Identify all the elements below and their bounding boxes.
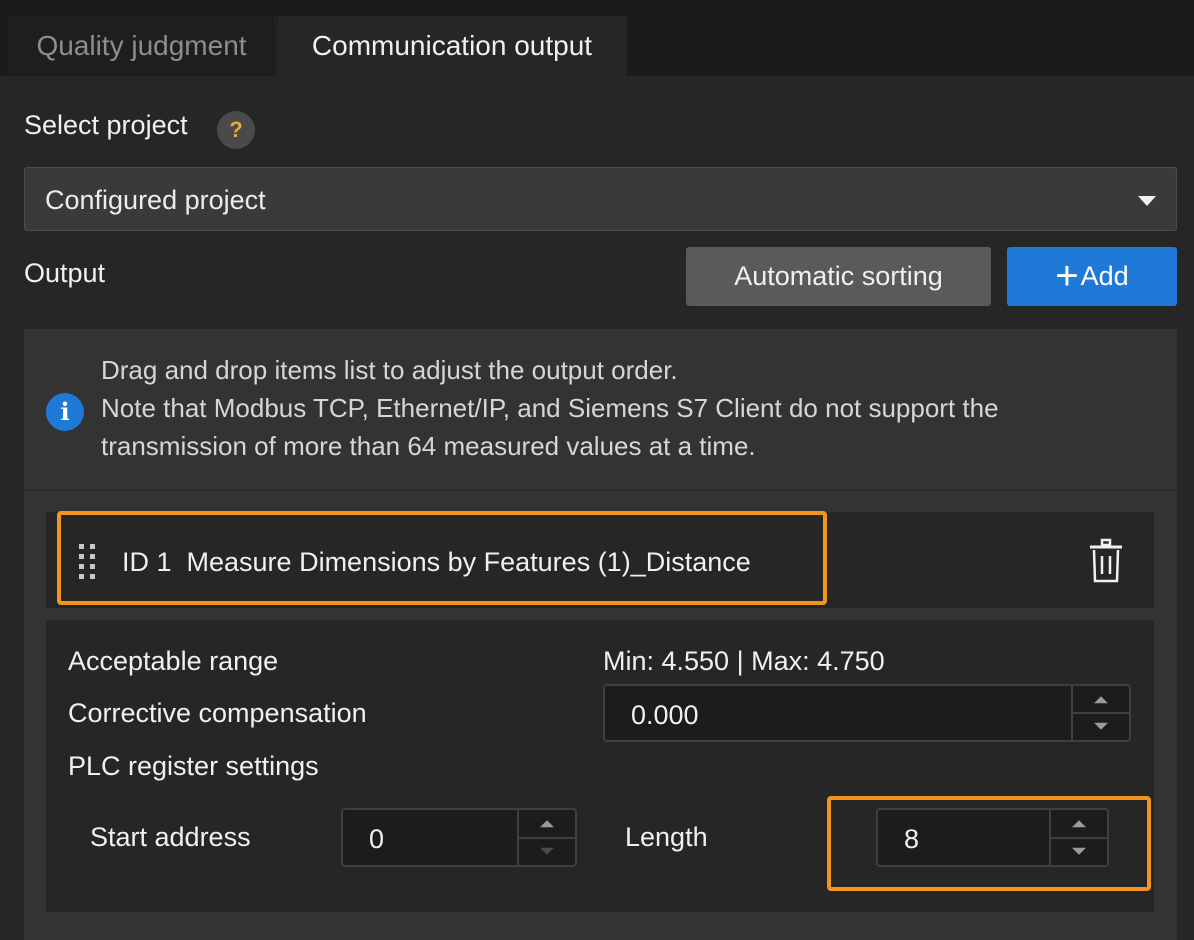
info-line: transmission of more than 64 measured va… (101, 431, 756, 461)
arrow-down-icon (1094, 722, 1108, 730)
info-line: Drag and drop items list to adjust the o… (101, 355, 678, 385)
project-dropdown[interactable]: Configured project (24, 167, 1177, 231)
trash-icon[interactable] (1087, 538, 1125, 584)
output-label: Output (24, 258, 106, 288)
plus-icon: + (1055, 254, 1079, 298)
start-address-spinbox[interactable]: 0 (341, 808, 577, 867)
acceptable-range-label: Acceptable range (68, 646, 279, 676)
arrow-up-icon (1094, 696, 1108, 704)
add-button[interactable]: +Add (1007, 247, 1177, 306)
tab-communication-output[interactable]: Communication output (277, 16, 627, 76)
info-box: i Drag and drop items list to adjust the… (24, 329, 1177, 489)
project-dropdown-value: Configured project (45, 185, 266, 215)
start-address-value[interactable]: 0 (369, 810, 384, 869)
increment-button[interactable] (519, 810, 575, 838)
length-label: Length (625, 822, 708, 852)
info-icon: i (46, 393, 84, 431)
add-button-label: Add (1080, 261, 1129, 291)
acceptable-range-value: Min: 4.550 | Max: 4.750 (603, 646, 885, 676)
tab-quality-judgment[interactable]: Quality judgment (8, 16, 276, 76)
arrow-down-icon (540, 847, 554, 855)
chevron-down-icon (1138, 196, 1156, 206)
tab-bar: Quality judgment Communication output (0, 0, 1194, 76)
corrective-compensation-value[interactable]: 0.000 (631, 686, 699, 744)
increment-button[interactable] (1073, 686, 1129, 713)
plc-register-settings-label: PLC register settings (68, 751, 319, 781)
item-highlight-box (57, 511, 827, 605)
arrow-up-icon (540, 820, 554, 828)
info-line: Note that Modbus TCP, Ethernet/IP, and S… (101, 393, 999, 423)
question-mark-icon[interactable]: ? (217, 111, 255, 149)
start-address-label: Start address (90, 822, 251, 852)
decrement-button[interactable] (1073, 713, 1129, 740)
corrective-compensation-label: Corrective compensation (68, 698, 367, 728)
automatic-sorting-button[interactable]: Automatic sorting (686, 247, 991, 306)
info-text: Drag and drop items list to adjust the o… (101, 351, 999, 465)
length-highlight-box (827, 796, 1151, 891)
corrective-compensation-spinbox[interactable]: 0.000 (603, 684, 1131, 742)
select-project-label: Select project (24, 110, 188, 140)
decrement-button[interactable] (519, 837, 575, 866)
